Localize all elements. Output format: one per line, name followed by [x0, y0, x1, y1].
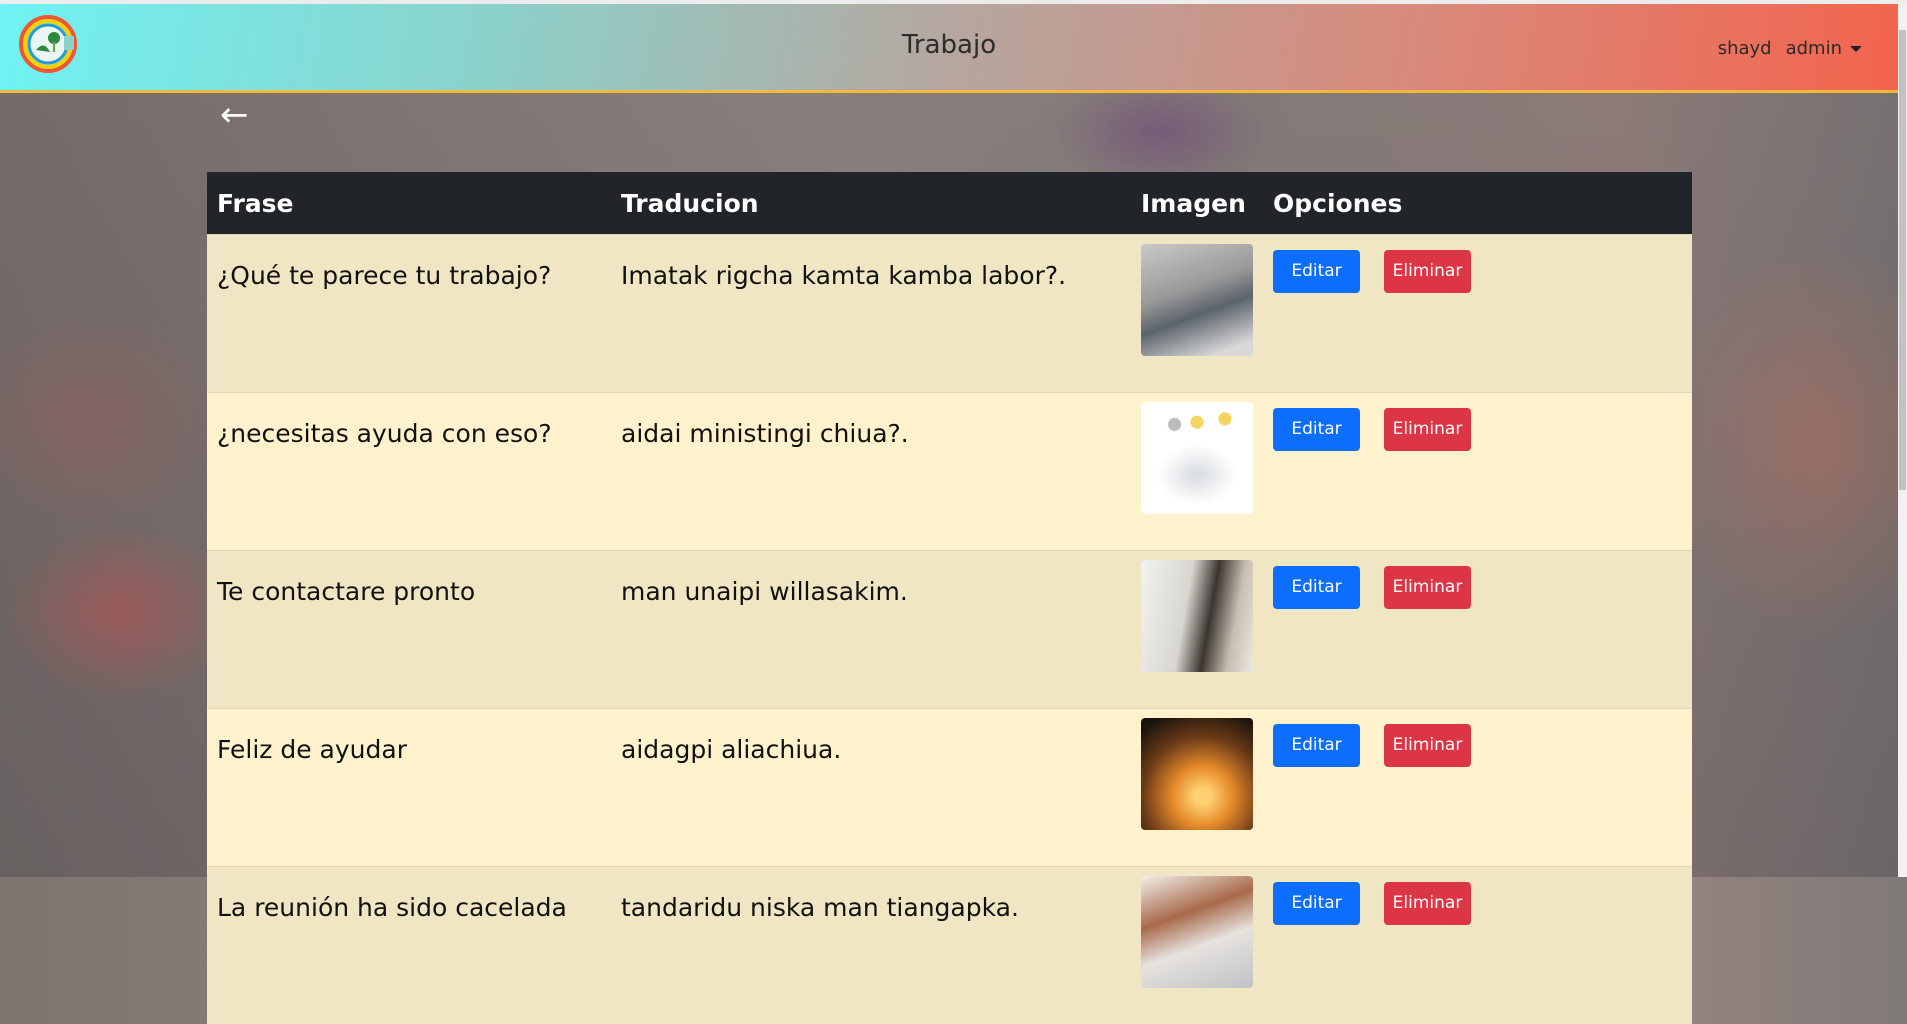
traduccion-cell: aidagpi aliachiua. — [611, 709, 1131, 867]
image-cell — [1131, 235, 1263, 393]
page-title: Trabajo — [0, 30, 1898, 60]
user-menu[interactable]: shayd admin — [1718, 38, 1862, 59]
frase-cell: ¿Qué te parece tu trabajo? — [207, 235, 611, 393]
options-cell: Editar Eliminar — [1263, 235, 1692, 393]
frase-cell: Te contactare pronto — [207, 551, 611, 709]
image-cell — [1131, 709, 1263, 867]
row-image — [1141, 560, 1253, 672]
frase-cell: Feliz de ayudar — [207, 709, 611, 867]
column-imagen: Imagen — [1131, 172, 1263, 235]
traduccion-cell: man unaipi willasakim. — [611, 551, 1131, 709]
column-opciones: Opciones — [1263, 172, 1692, 235]
edit-button[interactable]: Editar — [1273, 724, 1360, 767]
table-row: Feliz de ayudar aidagpi aliachiua. Edita… — [207, 709, 1692, 867]
traduccion-cell: Imatak rigcha kamta kamba labor?. — [611, 235, 1131, 393]
options-cell: Editar Eliminar — [1263, 393, 1692, 551]
options-cell: Editar Eliminar — [1263, 867, 1692, 1024]
row-image — [1141, 244, 1253, 356]
frase-cell: ¿necesitas ayuda con eso? — [207, 393, 611, 551]
image-cell — [1131, 867, 1263, 1024]
edit-button[interactable]: Editar — [1273, 882, 1360, 925]
table-row: La reunión ha sido cacelada tandaridu ni… — [207, 867, 1692, 1024]
delete-button[interactable]: Eliminar — [1384, 724, 1471, 767]
image-cell — [1131, 551, 1263, 709]
table-header: Frase Traducion Imagen Opciones — [207, 172, 1692, 235]
delete-button[interactable]: Eliminar — [1384, 566, 1471, 609]
column-frase: Frase — [207, 172, 611, 235]
role-dropdown[interactable]: admin — [1786, 38, 1862, 59]
traduccion-cell: aidai ministingi chiua?. — [611, 393, 1131, 551]
role-label: admin — [1786, 38, 1842, 59]
options-cell: Editar Eliminar — [1263, 709, 1692, 867]
row-image — [1141, 876, 1253, 988]
row-image — [1141, 718, 1253, 830]
frase-cell: La reunión ha sido cacelada — [207, 867, 611, 1024]
caret-down-icon — [1850, 46, 1862, 52]
navbar: Trabajo shayd admin — [0, 4, 1898, 93]
arrow-left-icon[interactable]: ← — [220, 98, 249, 132]
table-row: ¿necesitas ayuda con eso? aidai ministin… — [207, 393, 1692, 551]
delete-button[interactable]: Eliminar — [1384, 882, 1471, 925]
phrases-table: Frase Traducion Imagen Opciones ¿Qué te … — [207, 172, 1692, 1024]
edit-button[interactable]: Editar — [1273, 566, 1360, 609]
table-row: Te contactare pronto man unaipi willasak… — [207, 551, 1692, 709]
edit-button[interactable]: Editar — [1273, 250, 1360, 293]
row-image — [1141, 402, 1253, 514]
delete-button[interactable]: Eliminar — [1384, 250, 1471, 293]
image-cell — [1131, 393, 1263, 551]
edit-button[interactable]: Editar — [1273, 408, 1360, 451]
options-cell: Editar Eliminar — [1263, 551, 1692, 709]
scrollbar-thumb[interactable] — [1899, 30, 1906, 490]
delete-button[interactable]: Eliminar — [1384, 408, 1471, 451]
username: shayd — [1718, 38, 1772, 59]
table-row: ¿Qué te parece tu trabajo? Imatak rigcha… — [207, 235, 1692, 393]
traduccion-cell: tandaridu niska man tiangapka. — [611, 867, 1131, 1024]
scrollbar[interactable] — [1898, 4, 1907, 877]
column-traducion: Traducion — [611, 172, 1131, 235]
